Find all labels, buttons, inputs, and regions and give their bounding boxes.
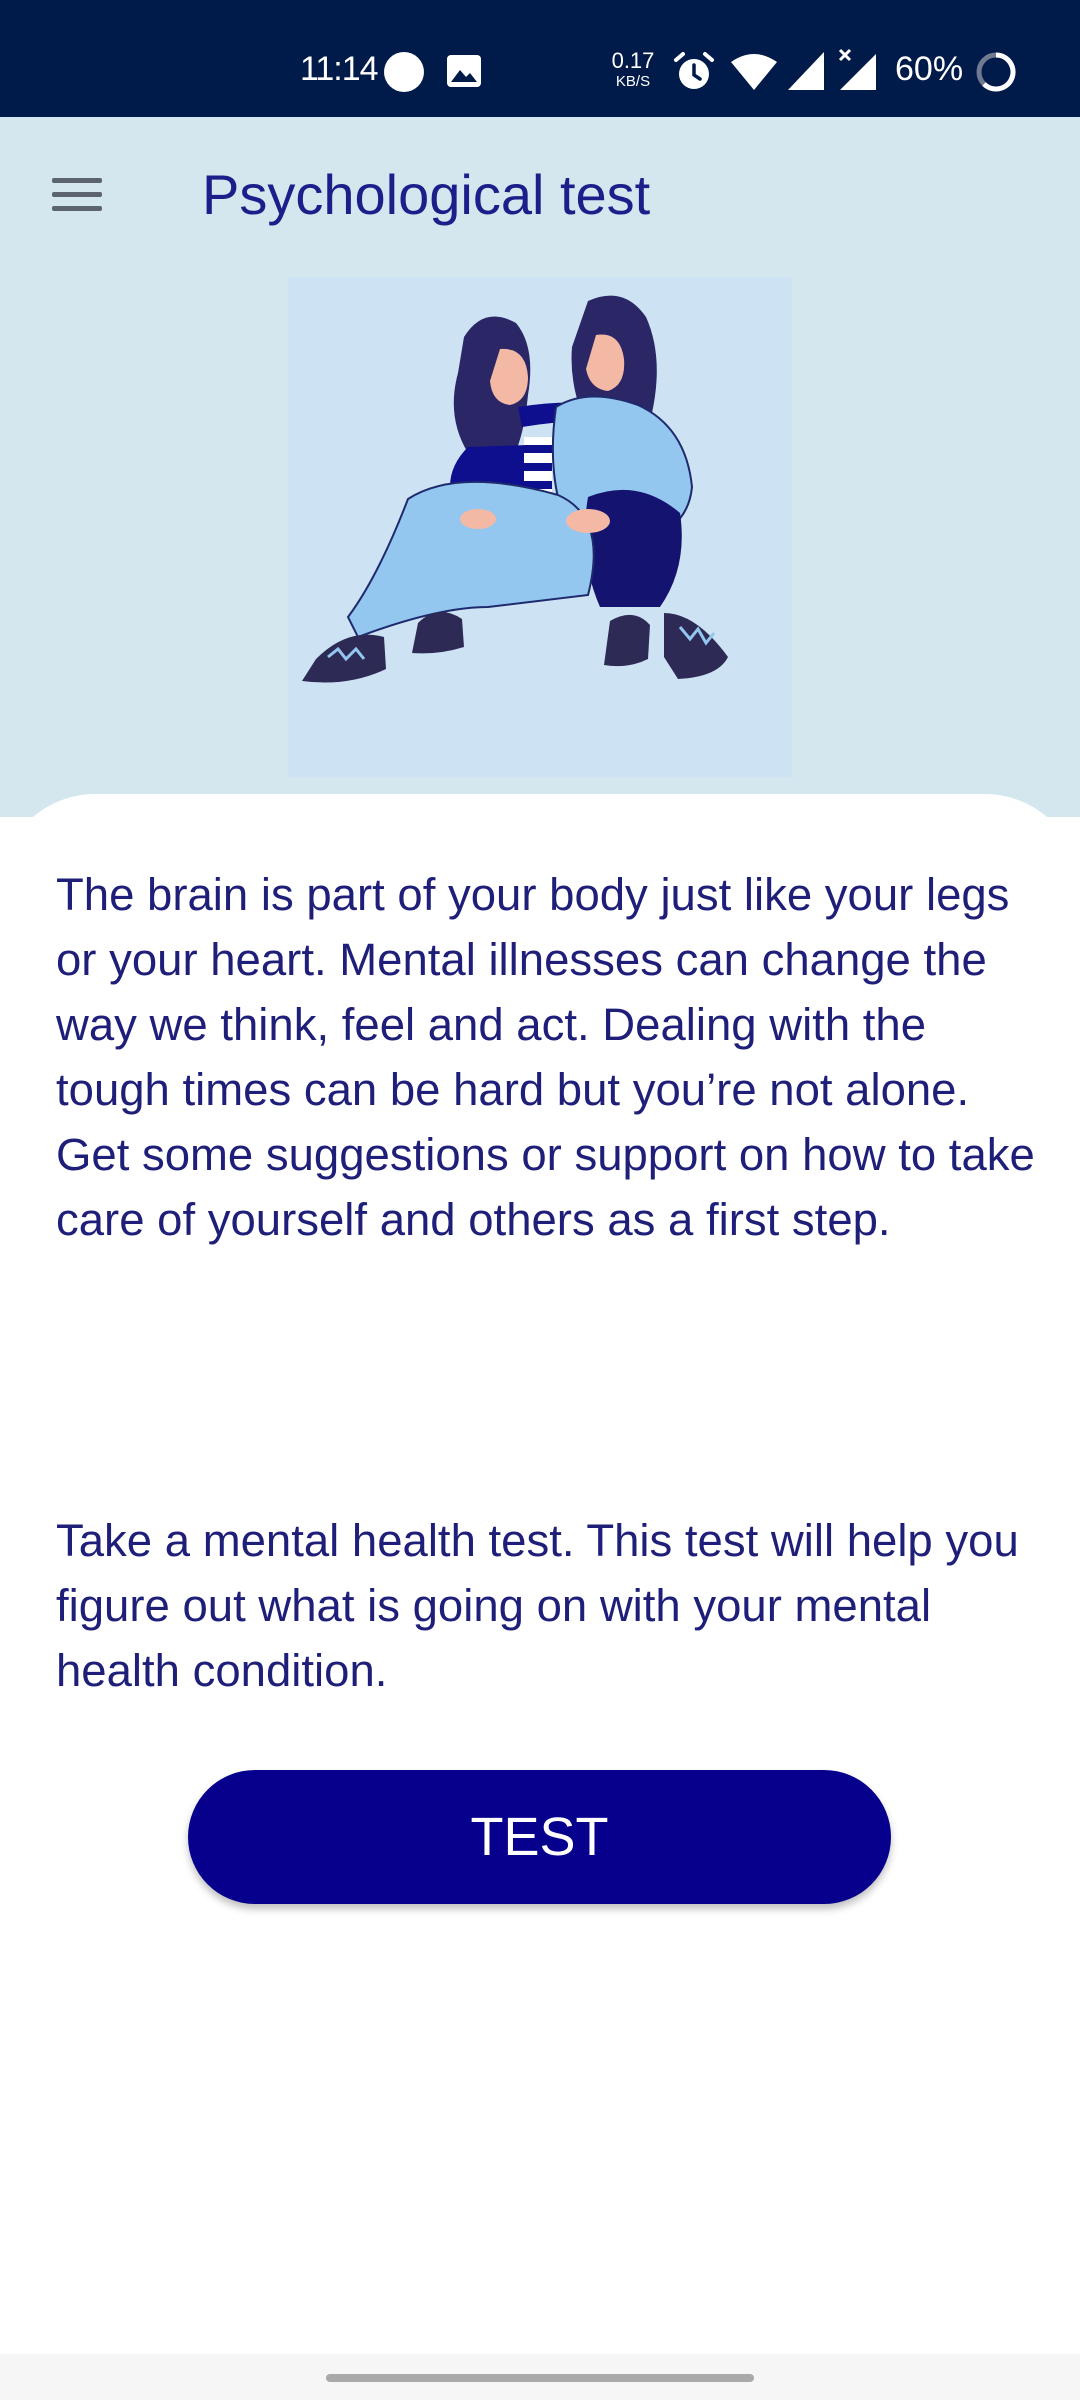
network-speed: 0.17 KB/S (608, 48, 658, 90)
hamburger-menu-icon[interactable] (48, 172, 106, 218)
circle-notification-icon (384, 52, 424, 92)
battery-percent: 60% (895, 50, 964, 88)
alarm-icon (674, 52, 714, 89)
network-speed-value: 0.17 (611, 48, 655, 73)
status-time: 11:14 (300, 50, 379, 88)
gallery-icon (447, 55, 481, 87)
illustration-two-friends (288, 277, 792, 777)
home-gesture-handle[interactable] (326, 2374, 754, 2382)
battery-icon (976, 52, 1016, 92)
navigation-bar (0, 2354, 1080, 2400)
network-speed-unit: KB/S (615, 73, 651, 90)
intro-paragraph: The brain is part of your body just like… (56, 869, 1035, 1245)
signal-icon (788, 52, 824, 90)
page-title: Psychological test (202, 163, 651, 226)
test-description: Take a mental health test. This test wil… (56, 1515, 1019, 1696)
test-button[interactable]: TEST (188, 1770, 891, 1904)
signal-no-data-icon (838, 48, 876, 90)
status-bar: 11:14 0.17 KB/S 60% (0, 0, 1080, 117)
wifi-icon (731, 54, 777, 90)
